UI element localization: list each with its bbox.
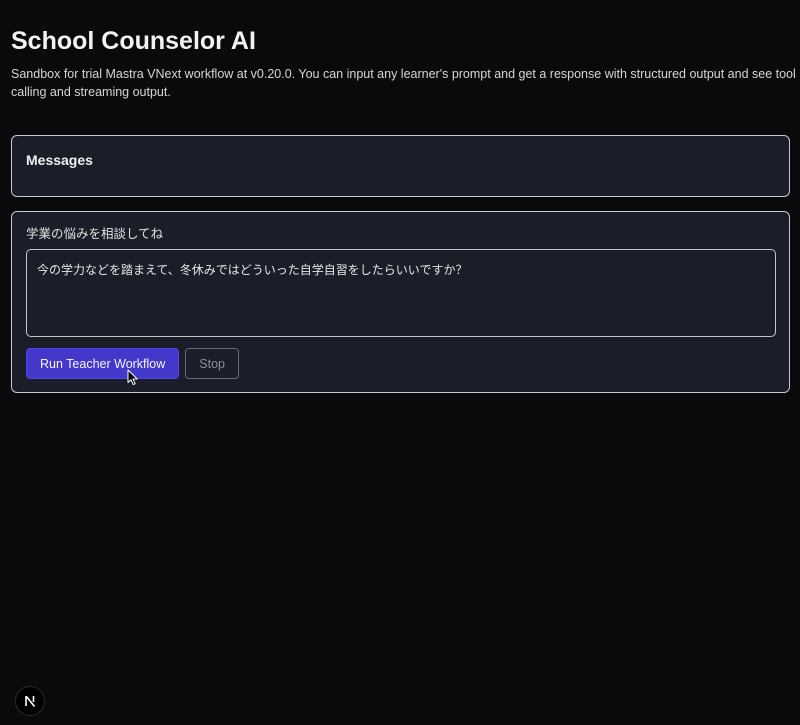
run-teacher-workflow-button[interactable]: Run Teacher Workflow: [26, 348, 180, 379]
form-actions: Run Teacher Workflow Stop: [26, 348, 775, 379]
messages-panel: Messages: [11, 135, 790, 197]
stop-button[interactable]: Stop: [185, 348, 240, 379]
prompt-form: 学業の悩みを相談してね Run Teacher Workflow Stop: [11, 211, 790, 393]
page: School Counselor AI Sandbox for trial Ma…: [0, 0, 800, 393]
prompt-label: 学業の悩みを相談してね: [26, 227, 164, 241]
prompt-input[interactable]: [26, 249, 776, 337]
page-subtitle: Sandbox for trial Mastra VNext workflow …: [11, 67, 796, 99]
nextjs-logo-icon: [25, 695, 36, 707]
page-title: School Counselor AI: [11, 27, 256, 55]
messages-title: Messages: [26, 152, 93, 168]
nextjs-dev-badge[interactable]: [15, 686, 45, 716]
